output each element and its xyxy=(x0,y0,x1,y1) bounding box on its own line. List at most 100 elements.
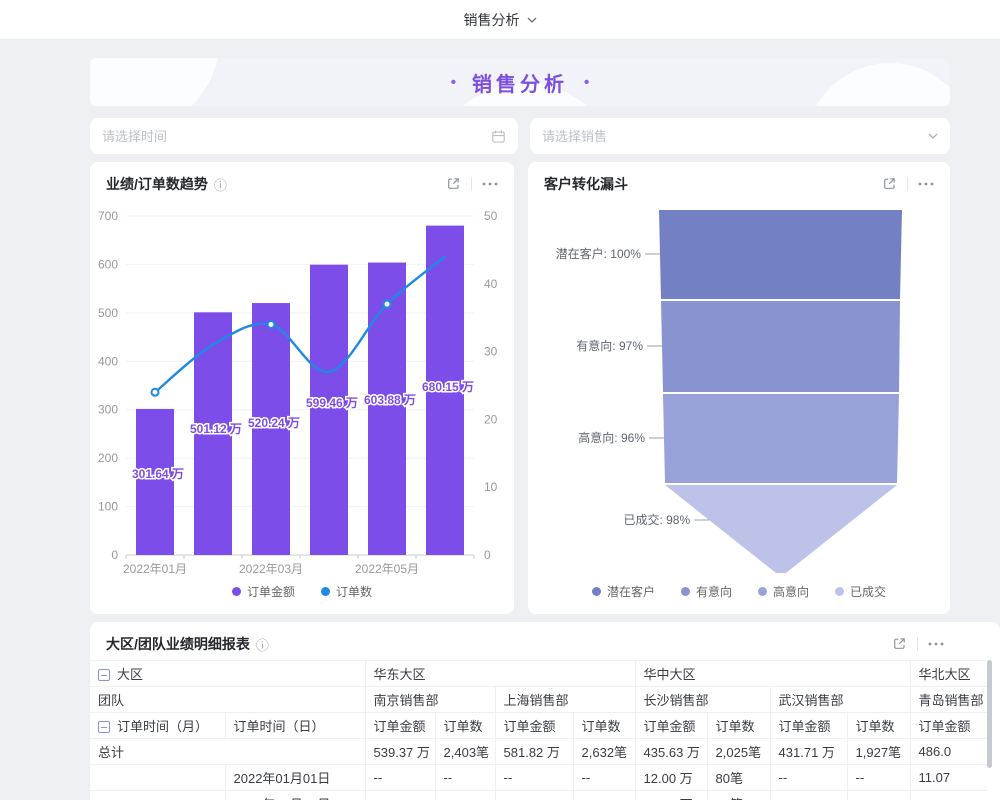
team-header-row: 团队南京销售部上海销售部长沙销售部武汉销售部青岛销售部 xyxy=(90,687,987,713)
value-cell: -- xyxy=(770,765,847,791)
banner-title: • 销售分析 • xyxy=(90,58,950,106)
value-cell: 539.37 万 xyxy=(365,739,435,765)
legend-label: 订单数 xyxy=(336,583,372,600)
export-icon[interactable] xyxy=(882,176,897,191)
sales-filter[interactable] xyxy=(530,118,950,154)
value-cell: -- xyxy=(365,765,435,791)
report-table: 大区华东大区华中大区华北大区团队南京销售部上海销售部长沙销售部武汉销售部青岛销售… xyxy=(90,660,987,800)
vertical-scrollbar[interactable] xyxy=(987,660,992,768)
svg-text:0: 0 xyxy=(111,548,118,562)
value-cell: 80笔 xyxy=(707,765,770,791)
legend-item[interactable]: 订单数 xyxy=(321,583,372,600)
divider xyxy=(907,177,908,191)
team-cell: 南京销售部 xyxy=(365,687,495,713)
measure-cell: 订单数 xyxy=(707,713,770,739)
banner-dot: • xyxy=(451,74,456,91)
measure-cell: 订单金额 xyxy=(910,713,987,739)
report-table-viewport[interactable]: 大区华东大区华中大区华北大区团队南京销售部上海销售部长沙销售部武汉销售部青岛销售… xyxy=(90,660,987,800)
team-cell: 长沙销售部 xyxy=(635,687,770,713)
team-cell: 武汉销售部 xyxy=(770,687,910,713)
svg-text:30: 30 xyxy=(484,345,498,359)
info-icon[interactable]: ⓘ xyxy=(256,635,269,654)
value-cell: 486.0 xyxy=(910,739,987,765)
value-cell: 23.05 万 xyxy=(635,791,707,800)
calendar-icon[interactable] xyxy=(491,129,506,144)
time-filter-input[interactable] xyxy=(102,129,491,144)
svg-text:2022年01月: 2022年01月 xyxy=(123,562,187,576)
chevron-down-icon[interactable] xyxy=(928,133,938,139)
legend-item[interactable]: 有意向 xyxy=(681,583,732,600)
divider xyxy=(471,177,472,191)
app-title: 销售分析 xyxy=(464,10,520,30)
svg-text:500: 500 xyxy=(98,306,118,320)
value-cell: -- xyxy=(435,765,495,791)
legend-dot-icon xyxy=(232,587,241,596)
sales-filter-input[interactable] xyxy=(542,129,928,144)
svg-text:100: 100 xyxy=(98,500,118,514)
funnel-card-title-text: 客户转化漏斗 xyxy=(544,174,628,194)
table-row: 2022年01月02日--------23.05 万98笔---- xyxy=(90,791,987,800)
value-cell: -- xyxy=(573,765,635,791)
info-icon[interactable]: ⓘ xyxy=(214,175,227,194)
collapse-icon[interactable] xyxy=(98,669,110,681)
value-cell: -- xyxy=(770,791,847,800)
svg-text:520.24 万: 520.24 万 xyxy=(248,416,300,430)
value-cell: 431.71 万 xyxy=(770,739,847,765)
value-cell: 98笔 xyxy=(707,791,770,800)
svg-text:10: 10 xyxy=(484,480,498,494)
funnel-chart-svg[interactable]: 潜在客户: 100%有意向: 97%高意向: 96%已成交: 98% xyxy=(528,202,950,582)
chevron-down-icon[interactable] xyxy=(527,17,537,23)
trend-legend: 订单金额 订单数 xyxy=(90,583,514,600)
region-cell: 华东大区 xyxy=(365,661,635,687)
svg-text:40: 40 xyxy=(484,277,498,291)
value-cell: -- xyxy=(847,765,910,791)
month-header-cell: 订单时间（月） xyxy=(90,713,225,739)
export-icon[interactable] xyxy=(446,176,461,191)
value-cell: -- xyxy=(573,791,635,800)
measure-cell: 订单金额 xyxy=(365,713,435,739)
legend-item[interactable]: 已成交 xyxy=(835,583,886,600)
legend-label: 订单金额 xyxy=(247,583,295,600)
legend-dot-icon xyxy=(835,587,844,596)
svg-text:20: 20 xyxy=(484,412,498,426)
row-label-cell xyxy=(90,791,225,800)
legend-item[interactable]: 订单金额 xyxy=(232,583,295,600)
legend-label: 潜在客户 xyxy=(607,583,655,600)
value-cell: -- xyxy=(435,791,495,800)
more-icon[interactable] xyxy=(918,182,934,186)
report-card-actions xyxy=(892,636,944,651)
svg-text:50: 50 xyxy=(484,209,498,223)
trend-card-title: 业绩/订单数趋势 ⓘ xyxy=(106,174,227,194)
funnel-legend: 潜在客户 有意向 高意向 已成交 xyxy=(528,583,950,600)
funnel-card-title: 客户转化漏斗 xyxy=(544,174,628,194)
svg-text:680.15 万: 680.15 万 xyxy=(422,380,474,394)
svg-text:2022年03月: 2022年03月 xyxy=(239,562,303,576)
value-cell: 1,927笔 xyxy=(847,739,910,765)
dashboard-screen: 销售分析 • 销售分析 • 业绩/订单数趋势 ⓘ xyxy=(0,0,1000,800)
svg-text:700: 700 xyxy=(98,209,118,223)
svg-text:301.64 万: 301.64 万 xyxy=(132,467,184,481)
value-cell: 2,025笔 xyxy=(707,739,770,765)
funnel-card-actions xyxy=(882,176,934,191)
value-cell: -- xyxy=(365,791,435,800)
measure-header-row: 订单时间（月）订单时间（日）订单金额订单数订单金额订单数订单金额订单数订单金额订… xyxy=(90,713,987,739)
date-cell: 2022年01月02日 xyxy=(225,791,365,800)
measure-cell: 订单数 xyxy=(435,713,495,739)
measure-cell: 订单金额 xyxy=(635,713,707,739)
team-cell: 上海销售部 xyxy=(495,687,635,713)
legend-label: 有意向 xyxy=(696,583,732,600)
svg-text:0: 0 xyxy=(484,548,491,562)
export-icon[interactable] xyxy=(892,636,907,651)
trend-chart-svg[interactable]: 0100200300400500600700010203040502022年01… xyxy=(96,202,506,576)
more-icon[interactable] xyxy=(482,182,498,186)
more-icon[interactable] xyxy=(928,642,944,646)
table-row: 2022年01月01日--------12.00 万80笔----11.07 xyxy=(90,765,987,791)
table-row: 总计539.37 万2,403笔581.82 万2,632笔435.63 万2,… xyxy=(90,739,987,765)
legend-item[interactable]: 高意向 xyxy=(758,583,809,600)
time-filter[interactable] xyxy=(90,118,518,154)
legend-item[interactable]: 潜在客户 xyxy=(592,583,655,600)
svg-text:599.46 万: 599.46 万 xyxy=(306,396,358,410)
collapse-icon[interactable] xyxy=(98,721,110,733)
top-bar: 销售分析 xyxy=(0,0,1000,40)
region-corner-cell: 大区 xyxy=(90,661,365,687)
